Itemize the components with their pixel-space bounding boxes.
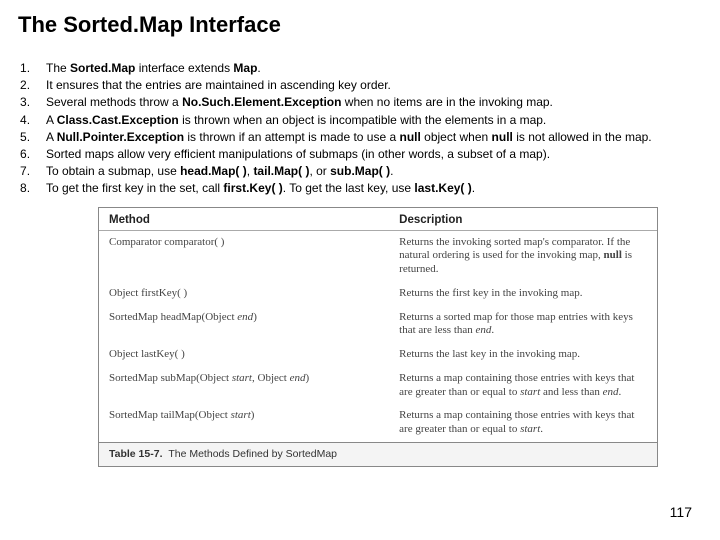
page-title: The Sorted.Map Interface xyxy=(18,12,702,38)
method-cell: Comparator comparator( ) xyxy=(99,230,389,282)
list-item: To get the first key in the set, call fi… xyxy=(20,180,702,196)
list-item: To obtain a submap, use head.Map( ), tai… xyxy=(20,163,702,179)
table-row: Comparator comparator( )Returns the invo… xyxy=(99,230,657,282)
table-row: Object firstKey( )Returns the first key … xyxy=(99,282,657,306)
list-item: A Class.Cast.Exception is thrown when an… xyxy=(20,112,702,128)
col-description: Description xyxy=(389,208,657,231)
method-cell: SortedMap tailMap(Object start) xyxy=(99,404,389,442)
description-cell: Returns a map containing those entries w… xyxy=(389,404,657,442)
table-caption: Table 15-7. The Methods Defined by Sorte… xyxy=(99,442,657,466)
description-cell: Returns the invoking sorted map's compar… xyxy=(389,230,657,282)
list-item: Several methods throw a No.Such.Element.… xyxy=(20,94,702,110)
list-item: It ensures that the entries are maintain… xyxy=(20,77,702,93)
description-cell: Returns a sorted map for those map entri… xyxy=(389,306,657,344)
method-cell: Object firstKey( ) xyxy=(99,282,389,306)
description-cell: Returns a map containing those entries w… xyxy=(389,367,657,405)
method-cell: SortedMap subMap(Object start, Object en… xyxy=(99,367,389,405)
table-body: Comparator comparator( )Returns the invo… xyxy=(99,230,657,466)
description-cell: Returns the first key in the invoking ma… xyxy=(389,282,657,306)
method-cell: Object lastKey( ) xyxy=(99,343,389,367)
page-number: 117 xyxy=(670,504,692,520)
bullet-list: The Sorted.Map interface extends Map.It … xyxy=(20,60,702,197)
list-item: The Sorted.Map interface extends Map. xyxy=(20,60,702,76)
description-cell: Returns the last key in the invoking map… xyxy=(389,343,657,367)
methods-table: Method Description Comparator comparator… xyxy=(99,208,657,466)
list-item: Sorted maps allow very efficient manipul… xyxy=(20,146,702,162)
table-row: SortedMap tailMap(Object start)Returns a… xyxy=(99,404,657,442)
table-row: SortedMap headMap(Object end)Returns a s… xyxy=(99,306,657,344)
table-row: Object lastKey( )Returns the last key in… xyxy=(99,343,657,367)
methods-table-wrap: Method Description Comparator comparator… xyxy=(98,207,658,467)
col-method: Method xyxy=(99,208,389,231)
method-cell: SortedMap headMap(Object end) xyxy=(99,306,389,344)
list-item: A Null.Pointer.Exception is thrown if an… xyxy=(20,129,702,145)
table-row: SortedMap subMap(Object start, Object en… xyxy=(99,367,657,405)
